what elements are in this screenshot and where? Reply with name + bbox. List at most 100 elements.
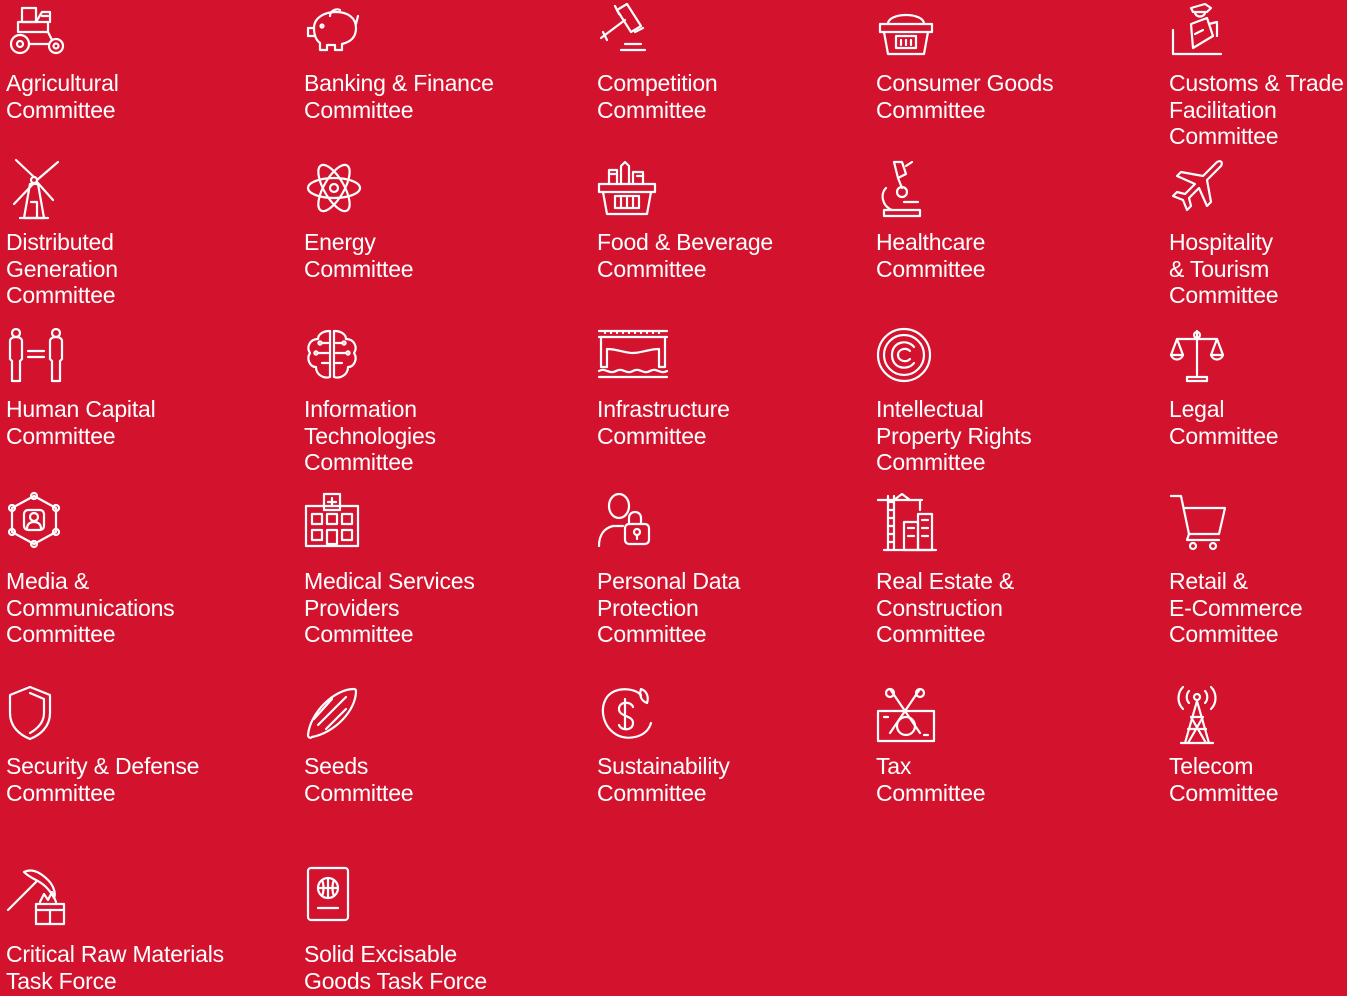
committee-tile[interactable]: Energy Committee — [304, 158, 414, 282]
committee-tile[interactable]: Customs & Trade Facilitation Committee — [1169, 2, 1344, 149]
piggy-bank-icon — [304, 2, 368, 66]
committee-label: Solid Excisable Goods Task Force — [304, 941, 487, 994]
committee-label-line: Committee — [597, 255, 707, 282]
committee-label: Tax Committee — [876, 753, 986, 806]
committee-label-line: Committee — [876, 96, 986, 123]
committee-label-line: Committee — [304, 255, 414, 282]
committee-label-line: Food & Beverage — [597, 229, 774, 255]
people-equal-icon — [6, 327, 70, 391]
committee-label-line: Committee — [1169, 282, 1279, 308]
committee-label-line: E-Commerce — [1169, 594, 1303, 621]
committee-label-line: Committee — [597, 621, 707, 647]
committee-tile[interactable]: Security & Defense Committee — [6, 685, 199, 806]
committee-tile[interactable]: Telecom Committee — [1169, 685, 1279, 806]
copyright-icon — [876, 327, 940, 391]
committee-tile[interactable]: Media & Communications Committee — [6, 491, 175, 647]
committee-tile[interactable]: Solid Excisable Goods Task Force — [304, 866, 487, 994]
committee-tile[interactable]: Medical Services Providers Committee — [304, 492, 475, 647]
committee-label-line: Committee — [1169, 621, 1279, 647]
committee-label-line: Committee — [304, 449, 414, 475]
hospital-icon — [304, 492, 368, 556]
atom-icon — [304, 158, 368, 222]
committee-tile[interactable]: Human Capital Committee — [6, 327, 156, 449]
sustainability-icon — [597, 685, 661, 749]
user-lock-icon — [597, 492, 661, 556]
committee-label: Consumer Goods Committee — [876, 70, 1054, 123]
committee-label-line: Customs & Trade — [1169, 70, 1344, 96]
committee-tile[interactable]: Food & Beverage Committee — [597, 158, 773, 282]
committee-label-line: Committee — [304, 779, 414, 806]
committee-label: Agricultural Committee — [6, 70, 119, 123]
committee-label-line: Property Rights — [876, 422, 1032, 449]
committee-label-line: Committee — [304, 621, 414, 647]
committee-label-line: Protection — [597, 594, 699, 621]
tax-banknote-icon — [876, 685, 940, 749]
committee-tile[interactable]: Agricultural Committee — [6, 2, 119, 123]
committee-label-line: Security & Defense — [6, 753, 200, 779]
committee-label-line: Committee — [1169, 123, 1279, 149]
committee-label-line: Solid Excisable — [304, 941, 457, 967]
committee-label: Medical Services Providers Committee — [304, 568, 475, 648]
committee-tile[interactable]: Hospitality & Tourism Committee — [1169, 158, 1279, 308]
committee-label-line: Consumer Goods — [876, 70, 1054, 96]
crane-buildings-icon — [876, 492, 940, 556]
committee-label: Legal Committee — [1169, 396, 1279, 449]
committee-label-line: Healthcare — [876, 229, 986, 255]
committee-label-line: Hospitality — [1169, 229, 1273, 255]
committees-grid: Agricultural Committee Banking & Finance C… — [0, 0, 1347, 996]
committee-label: Hospitality & Tourism Committee — [1169, 229, 1279, 309]
committee-label-line: Committee — [597, 779, 707, 806]
committee-label-line: Committee — [876, 449, 986, 475]
committee-tile[interactable]: Competition Committee — [597, 2, 718, 123]
committee-label: Personal Data Protection Committee — [597, 568, 740, 648]
committee-label-line: Committee — [876, 255, 986, 282]
committee-tile[interactable]: Information Technologies Committee — [304, 327, 436, 475]
committee-label-line: Committee — [1169, 779, 1279, 806]
committee-label: Banking & Finance Committee — [304, 70, 494, 123]
pickaxe-ore-icon — [6, 866, 70, 930]
committee-label-line: Media & — [6, 568, 89, 594]
committee-tile[interactable]: Seeds Committee — [304, 685, 414, 806]
committee-label-line: Committee — [6, 779, 116, 806]
committee-label-line: Committee — [597, 422, 707, 449]
committee-label-line: Legal — [1169, 396, 1225, 422]
customs-officer-icon — [1169, 2, 1233, 66]
committee-label: Customs & Trade Facilitation Committee — [1169, 70, 1344, 150]
committee-label-line: Construction — [876, 594, 1003, 621]
committee-label-line: Seeds — [304, 753, 369, 779]
committee-label-line: Intellectual — [876, 396, 984, 422]
committee-label-line: Human Capital — [6, 396, 156, 422]
committee-tile[interactable]: Critical Raw Materials Task Force — [6, 866, 224, 994]
committee-label-line: Personal Data — [597, 568, 741, 594]
committee-tile[interactable]: Intellectual Property Rights Committee — [876, 327, 1032, 475]
committee-label-line: Banking & Finance — [304, 70, 494, 96]
windmill-icon — [6, 158, 70, 222]
committee-tile[interactable]: Healthcare Committee — [876, 158, 986, 282]
committee-label-line: Committee — [597, 96, 707, 123]
committee-label-line: Information — [304, 396, 417, 422]
committee-tile[interactable]: Retail & E-Commerce Committee — [1169, 492, 1303, 647]
committee-label: Seeds Committee — [304, 753, 414, 806]
committee-label-line: Telecom — [1169, 753, 1254, 779]
committee-label: Competition Committee — [597, 70, 718, 123]
committee-tile[interactable]: Distributed Generation Committee — [6, 158, 118, 308]
committee-tile[interactable]: Personal Data Protection Committee — [597, 492, 740, 647]
committee-label-line: Energy — [304, 229, 376, 255]
committee-tile[interactable]: Legal Committee — [1169, 327, 1279, 449]
committee-label: Media & Communications Committee — [6, 568, 175, 648]
committee-label-line: Committee — [876, 779, 986, 806]
committee-tile[interactable]: Consumer Goods Committee — [876, 2, 1054, 123]
committee-label-line: & Tourism — [1169, 255, 1270, 282]
committee-label: Healthcare Committee — [876, 229, 986, 282]
committee-label-line: Providers — [304, 594, 400, 621]
committee-label-line: Real Estate & — [876, 568, 1015, 594]
committee-tile[interactable]: Banking & Finance Committee — [304, 2, 494, 123]
grocery-basket-icon — [597, 158, 661, 222]
committee-tile[interactable]: Infrastructure Committee — [597, 327, 730, 449]
committee-label-line: Facilitation — [1169, 96, 1277, 123]
committee-tile[interactable]: Tax Committee — [876, 685, 986, 806]
committee-label: Information Technologies Committee — [304, 396, 436, 476]
committee-tile[interactable]: Sustainability Committee — [597, 685, 730, 806]
committee-label-line: Committee — [1169, 422, 1279, 449]
committee-tile[interactable]: Real Estate & Construction Committee — [876, 492, 1014, 647]
